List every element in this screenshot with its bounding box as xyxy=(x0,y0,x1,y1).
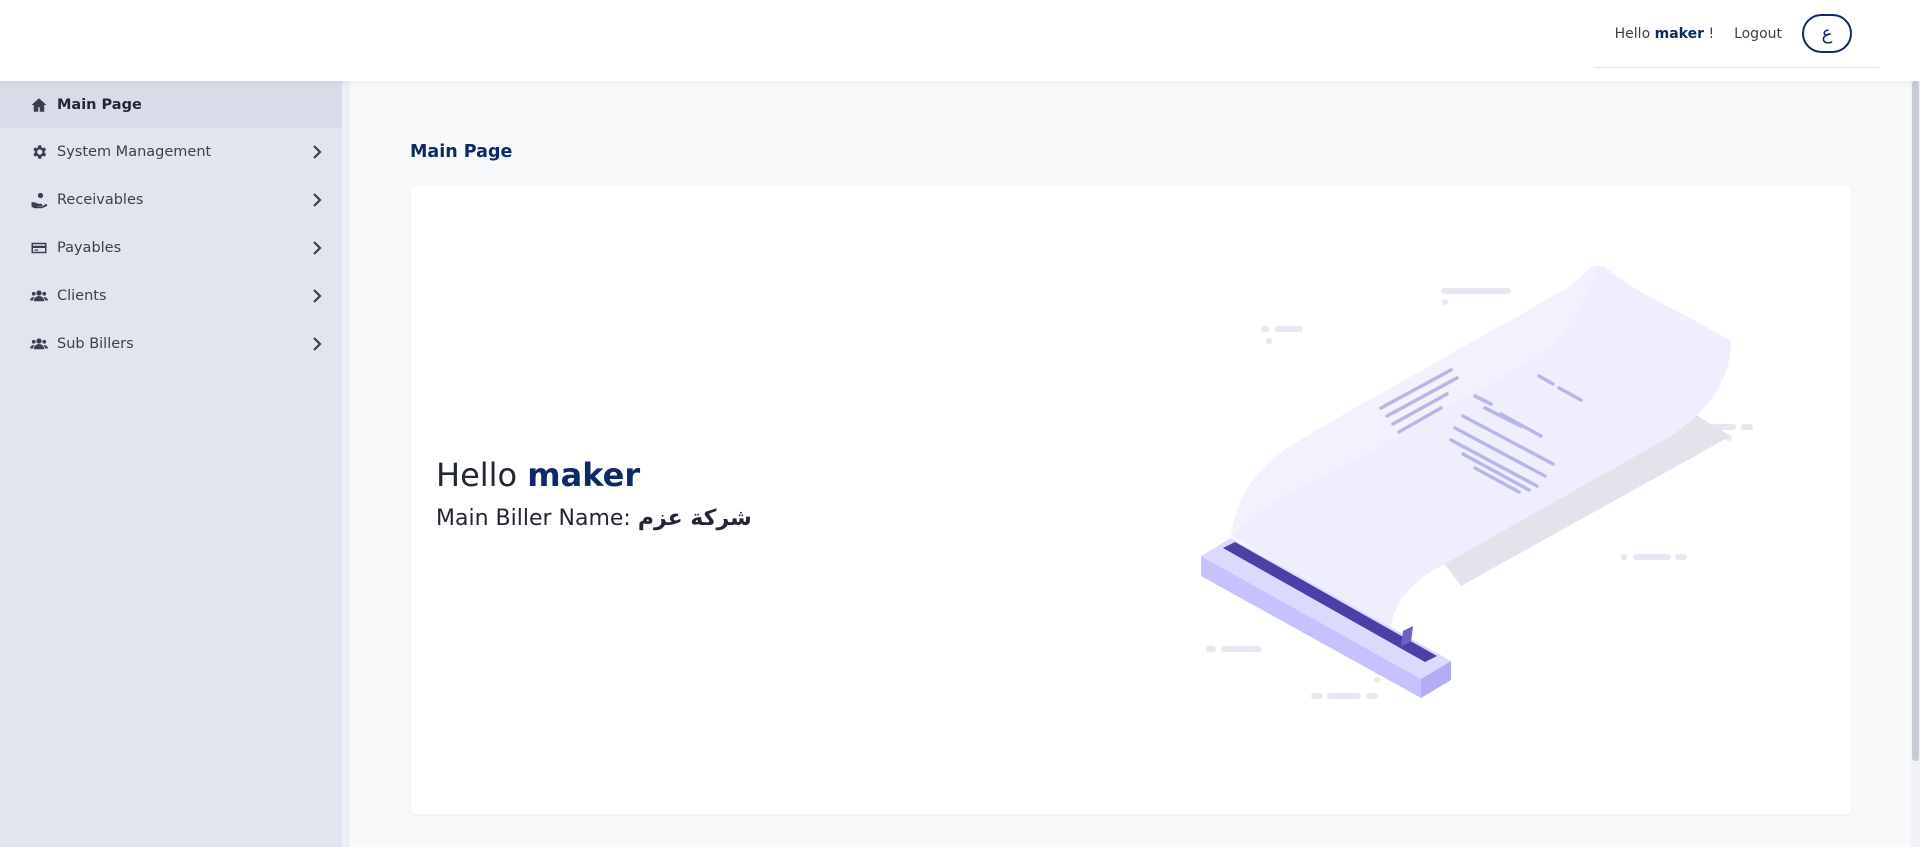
sidebar-item-label: Sub Billers xyxy=(57,336,134,352)
receipt-printer-illustration xyxy=(1201,266,1753,699)
scrollbar-thumb[interactable] xyxy=(1912,81,1919,761)
sidebar-item-label: Payables xyxy=(57,240,122,256)
users-icon xyxy=(30,287,48,305)
sidebar-item-system-management[interactable]: System Management xyxy=(0,128,342,176)
sidebar-item-label: System Management xyxy=(57,144,212,160)
main-biller-line: Main Biller Name: شركة عزم xyxy=(436,506,752,531)
chevron-right-icon xyxy=(312,193,322,207)
logout-link[interactable]: Logout xyxy=(1734,26,1782,42)
welcome-card: Hello maker Main Biller Name: شركة عزم xyxy=(411,186,1851,814)
chevron-right-icon xyxy=(312,241,322,255)
sidebar-item-sub-billers[interactable]: Sub Billers xyxy=(0,320,342,368)
page-title: Main Page xyxy=(410,142,513,162)
sidebar-item-main-page[interactable]: Main Page xyxy=(0,81,342,128)
biller-name: شركة عزم xyxy=(637,506,752,531)
header-greeting: Hello maker ! xyxy=(1614,25,1715,42)
hand-coin-icon xyxy=(30,191,48,209)
header-username: maker xyxy=(1654,25,1704,42)
welcome-username: maker xyxy=(527,456,641,494)
top-header: Hello maker ! Logout ع xyxy=(0,0,1920,81)
chevron-right-icon xyxy=(312,145,322,159)
page-scrollbar[interactable] xyxy=(1911,81,1920,847)
user-area: Hello maker ! Logout ع xyxy=(1594,0,1879,68)
sidebar-item-clients[interactable]: Clients xyxy=(0,272,342,320)
language-toggle-button[interactable]: ع xyxy=(1802,14,1852,53)
welcome-greeting: Hello maker xyxy=(436,456,641,494)
credit-card-icon xyxy=(30,239,48,257)
sidebar-item-payables[interactable]: Payables xyxy=(0,224,342,272)
sidebar: Main Page System Management Receivables … xyxy=(0,81,342,847)
home-icon xyxy=(30,96,48,114)
gear-icon xyxy=(30,143,48,161)
sidebar-item-receivables[interactable]: Receivables xyxy=(0,176,342,224)
sidebar-item-label: Receivables xyxy=(57,192,144,208)
sidebar-divider xyxy=(342,81,350,847)
chevron-right-icon xyxy=(312,337,322,351)
biller-label: Main Biller Name: xyxy=(436,506,631,531)
sidebar-item-label: Clients xyxy=(57,288,107,304)
chevron-right-icon xyxy=(312,289,322,303)
users-icon xyxy=(30,335,48,353)
sidebar-item-label: Main Page xyxy=(57,96,142,113)
